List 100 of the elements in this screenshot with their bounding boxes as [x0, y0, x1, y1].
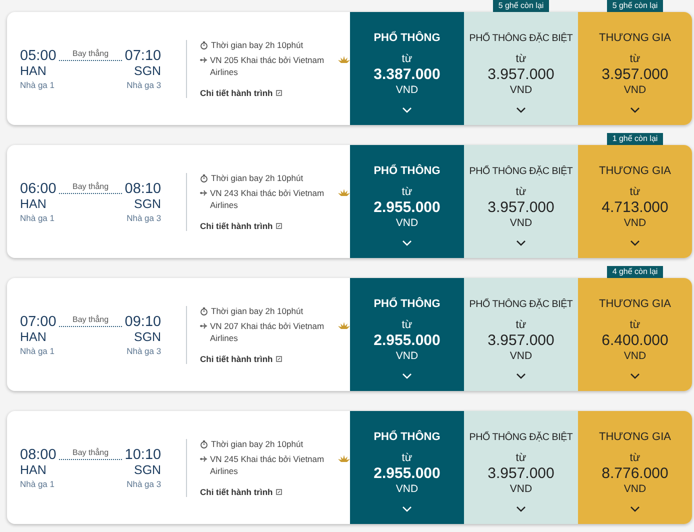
fare-option[interactable]: PHỔ THÔNG ĐẶC BIỆT từ 3.957.000 VND — [464, 278, 578, 391]
fare-class: PHỔ THÔNG — [374, 32, 440, 45]
seats-left-badge: 5 ghế còn lại — [493, 0, 549, 13]
flight-number: VN 207 Khai thác bởi Vietnam Airlines — [210, 320, 326, 344]
fare-price: 3.957.000 — [488, 332, 554, 349]
lotus-logo-icon — [338, 322, 350, 330]
from-label: từ — [630, 452, 640, 464]
arrival-terminal: Nhà ga 3 — [126, 346, 162, 356]
flight-duration: Thời gian bay 2h 10phút — [211, 172, 304, 184]
currency: VND — [510, 483, 532, 495]
fare-option[interactable]: PHỔ THÔNG ĐẶC BIỆT từ 3.957.000 VND — [464, 411, 578, 524]
currency: VND — [396, 217, 418, 229]
arrival-terminal: Nhà ga 3 — [126, 80, 162, 90]
currency: VND — [624, 217, 646, 229]
departure-airport: HAN — [20, 462, 46, 476]
from-label: từ — [516, 319, 526, 331]
arrival-time: 08:10 — [124, 180, 162, 196]
departure-terminal: Nhà ga 1 — [20, 478, 54, 488]
flight-duration: Thời gian bay 2h 10phút — [211, 438, 304, 450]
fare-price: 3.957.000 — [488, 66, 554, 83]
chevron-down-icon[interactable] — [516, 240, 526, 246]
itinerary-details-link[interactable]: Chi tiết hành trình — [200, 88, 350, 98]
currency: VND — [624, 483, 646, 495]
fare-option[interactable]: THƯƠNG GIA từ 6.400.000 VND — [578, 278, 692, 391]
chevron-down-icon[interactable] — [516, 506, 526, 512]
arrival-airport: SGN — [134, 462, 162, 476]
departure-terminal: Nhà ga 1 — [20, 80, 54, 90]
flight-number: VN 243 Khai thác bởi Vietnam Airlines — [210, 187, 326, 211]
currency: VND — [396, 483, 418, 495]
arrival-terminal: Nhà ga 3 — [126, 478, 162, 488]
from-label: từ — [516, 53, 526, 65]
chevron-down-icon[interactable] — [630, 107, 640, 113]
fare-option[interactable]: THƯƠNG GIA từ 4.713.000 VND — [578, 145, 692, 258]
departure-time: 07:00 — [20, 314, 56, 330]
from-label: từ — [630, 186, 640, 198]
fare-option[interactable]: PHỔ THÔNG ĐẶC BIỆT từ 3.957.000 VND — [464, 145, 578, 258]
fare-price: 3.957.000 — [488, 465, 554, 482]
fare-option[interactable]: THƯƠNG GIA từ 8.776.000 VND — [578, 411, 692, 524]
currency: VND — [624, 84, 646, 96]
seats-left-badge: 5 ghế còn lại — [607, 0, 663, 13]
chevron-down-icon[interactable] — [516, 373, 526, 379]
chevron-down-icon[interactable] — [516, 107, 526, 113]
clock-icon — [200, 174, 208, 183]
flight-duration: Thời gian bay 2h 10phút — [211, 39, 304, 51]
departure-airport: HAN — [20, 196, 46, 210]
chevron-down-icon[interactable] — [630, 373, 640, 379]
fare-price: 6.400.000 — [602, 332, 668, 349]
clock-icon — [200, 41, 208, 50]
fare-class: PHỔ THÔNG — [374, 298, 440, 311]
arrival-time: 10:10 — [124, 446, 162, 462]
from-label: từ — [516, 452, 526, 464]
arrival-time: 07:10 — [124, 48, 162, 64]
chevron-down-icon[interactable] — [630, 240, 640, 246]
arrival-airport: SGN — [134, 64, 162, 78]
from-label: từ — [402, 53, 412, 65]
fare-option[interactable]: THƯƠNG GIA từ 3.957.000 VND — [578, 12, 692, 125]
route-type: Bay thẳng — [72, 182, 109, 190]
fare-class: PHỔ THÔNG ĐẶC BIỆT — [469, 165, 573, 178]
airplane-icon — [200, 57, 207, 63]
fare-price: 2.955.000 — [374, 332, 440, 349]
fare-class: THƯƠNG GIA — [599, 165, 671, 178]
route-type: Bay thẳng — [72, 48, 109, 58]
external-link-icon — [276, 223, 282, 229]
fare-price: 8.776.000 — [602, 465, 668, 482]
fare-option[interactable]: PHỔ THÔNG từ 2.955.000 VND — [350, 145, 464, 258]
clock-icon — [200, 440, 208, 449]
external-link-icon — [276, 489, 282, 495]
fare-class: PHỔ THÔNG — [374, 165, 440, 178]
fare-class: PHỔ THÔNG — [374, 431, 440, 444]
itinerary-details-link[interactable]: Chi tiết hành trình — [200, 487, 350, 497]
flight-number: VN 245 Khai thác bởi Vietnam Airlines — [210, 453, 326, 477]
fare-class: THƯƠNG GIA — [599, 298, 671, 311]
lotus-logo-icon — [338, 455, 350, 463]
currency: VND — [510, 350, 532, 362]
from-label: từ — [402, 452, 412, 464]
arrival-time: 09:10 — [124, 314, 162, 330]
departure-time: 06:00 — [20, 180, 56, 196]
fare-option[interactable]: PHỔ THÔNG từ 2.955.000 VND — [350, 411, 464, 524]
departure-airport: HAN — [20, 64, 46, 78]
fare-price: 2.955.000 — [374, 199, 440, 216]
fare-option[interactable]: PHỔ THÔNG ĐẶC BIỆT từ 3.957.000 VND — [464, 12, 578, 125]
route-type: Bay thẳng — [72, 314, 109, 324]
arrival-airport: SGN — [134, 330, 162, 344]
fare-option[interactable]: PHỔ THÔNG từ 3.387.000 VND — [350, 12, 464, 125]
fare-option[interactable]: PHỔ THÔNG từ 2.955.000 VND — [350, 278, 464, 391]
currency: VND — [396, 84, 418, 96]
seats-left-badge: 4 ghế còn lại — [607, 266, 663, 279]
fare-class: PHỔ THÔNG ĐẶC BIỆT — [469, 431, 573, 444]
flight-number: VN 205 Khai thác bởi Vietnam Airlines — [210, 54, 326, 78]
arrival-airport: SGN — [134, 196, 162, 210]
departure-time: 08:00 — [20, 446, 56, 462]
fare-class: THƯƠNG GIA — [599, 32, 671, 45]
arrival-terminal: Nhà ga 3 — [126, 212, 162, 222]
chevron-down-icon[interactable] — [630, 506, 640, 512]
from-label: từ — [630, 53, 640, 65]
currency: VND — [510, 84, 532, 96]
itinerary-details-link[interactable]: Chi tiết hành trình — [200, 354, 350, 364]
itinerary-details-link[interactable]: Chi tiết hành trình — [200, 221, 350, 231]
fare-class: THƯƠNG GIA — [599, 431, 671, 444]
fare-price: 3.387.000 — [374, 66, 440, 83]
